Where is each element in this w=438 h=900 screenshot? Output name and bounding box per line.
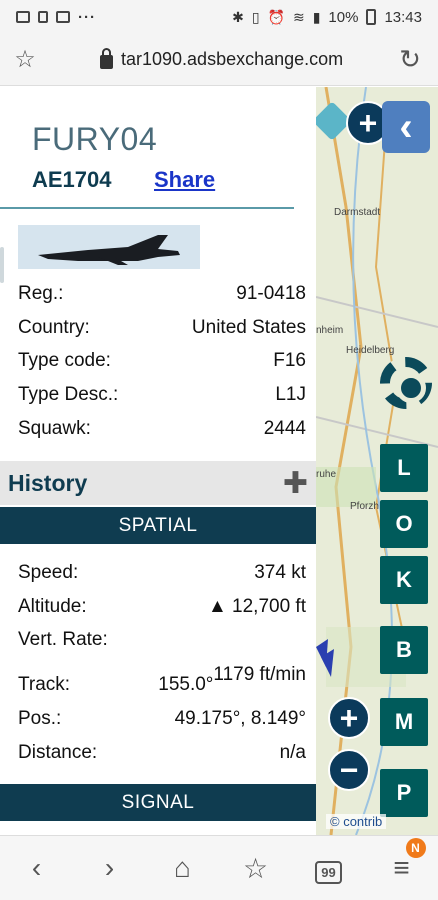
alarm-icon: ⏰ (267, 8, 285, 25)
home-icon[interactable]: ⌂ (153, 852, 213, 884)
map-label-heidelberg: Heidelberg (346, 345, 395, 356)
status-bar: ··· ✱ ▯ ⏰ ≋ ▮ 10% 13:43 (0, 0, 438, 34)
spatial-row-pos: Pos.: 49.175°, 8.149° (18, 708, 306, 730)
map-attribution[interactable]: © contrib (326, 814, 387, 829)
icao-hex: AE1704 (32, 167, 112, 192)
spatial-row-speed: Speed: 374 kt (18, 562, 306, 584)
clock: 13:43 (384, 8, 422, 26)
url-field[interactable]: tar1090.adsbexchange.com (50, 48, 382, 70)
menu-icon[interactable]: ≡ N (372, 838, 432, 884)
status-left: ··· (16, 9, 96, 26)
bookmark-star-icon[interactable]: ☆ (0, 45, 50, 74)
reload-icon[interactable]: ↻ (382, 44, 438, 75)
detail-row-type-code: Type code: F16 (18, 350, 306, 372)
map-label-darmstadt: Darmstadt (334, 207, 381, 218)
address-bar: ☆ tar1090.adsbexchange.com ↻ (0, 34, 438, 86)
forward-arrow-icon[interactable]: › (80, 852, 140, 884)
spatial-section-header[interactable]: SPATIAL (0, 507, 316, 544)
detail-label: Type Desc.: (18, 384, 119, 405)
spatial-row-altitude: Altitude: ▲ 12,700 ft (18, 596, 306, 618)
spatial-row-distance: Distance: n/a (18, 742, 306, 764)
detail-label: Squawk: (18, 418, 91, 439)
gallery-icon (16, 11, 30, 23)
notification-badge: N (405, 838, 426, 858)
callsign: FURY04 (32, 121, 158, 157)
status-right: ✱ ▯ ⏰ ≋ ▮ 10% 13:43 (232, 9, 422, 26)
detail-row-type-desc: Type Desc.: L1J (18, 384, 306, 406)
map-button-k[interactable]: K (380, 556, 428, 604)
spatial-row-track: Track: 155.0°1179 ft/min (18, 664, 306, 696)
spatial-value: ▲ 12,700 ft (207, 596, 306, 617)
map-label-mannheim: nheim (316, 325, 344, 336)
share-link[interactable]: Share (154, 167, 215, 193)
signal-section-header[interactable]: SIGNAL (0, 784, 316, 821)
spatial-label: Speed: (18, 562, 79, 583)
url-text: tar1090.adsbexchange.com (121, 49, 344, 69)
signal-icon: ▮ (312, 8, 321, 25)
spatial-label: Distance: (18, 742, 98, 763)
browser-bottom-nav: ‹ › ⌂ ☆ 99 ≡ N (0, 835, 438, 900)
expand-plus-icon[interactable]: ✚ (283, 466, 308, 501)
detail-label: Reg.: (18, 283, 64, 304)
spatial-row-vert-rate: Vert. Rate: (18, 629, 306, 651)
battery-level: 10% (328, 8, 359, 26)
back-arrow-icon[interactable]: ‹ (7, 852, 67, 884)
settings-gear-icon[interactable] (380, 357, 432, 409)
spatial-label: Altitude: (18, 596, 87, 617)
panel-edge-handle[interactable] (0, 247, 4, 283)
detail-value: F16 (273, 350, 306, 371)
map-label-pforzheim: Pforzh (350, 501, 379, 512)
divider (0, 207, 294, 209)
spatial-label: Vert. Rate: (18, 629, 108, 650)
spatial-label: Track: (18, 674, 71, 695)
vert-rate-value: 1179 ft/min (213, 664, 306, 685)
detail-value: United States (191, 317, 306, 338)
more-notifications: ··· (78, 8, 96, 26)
spatial-value: 155.0°1179 ft/min (158, 664, 306, 696)
battery-icon (366, 9, 377, 25)
spatial-value: 374 kt (254, 562, 306, 583)
aircraft-info-panel: FURY04 AE1704 Share Reg.: 91-0418 Countr… (0, 87, 316, 835)
fighter-jet-image (38, 235, 180, 265)
vibrate-icon: ▯ (251, 8, 260, 25)
notification-icon (38, 11, 48, 23)
detail-label: Type code: (18, 350, 111, 371)
bookmarks-star-icon[interactable]: ☆ (226, 852, 286, 885)
detail-row-reg: Reg.: 91-0418 (18, 283, 306, 305)
detail-value: 2444 (263, 418, 306, 439)
history-title: History (8, 469, 88, 496)
map-button-b[interactable]: B (380, 626, 428, 674)
wifi-icon: ≋ (292, 8, 305, 25)
detail-row-squawk: Squawk: 2444 (18, 418, 306, 440)
detail-value: 91-0418 (236, 283, 306, 304)
bluetooth-icon: ✱ (232, 8, 244, 25)
map-button-l[interactable]: L (380, 444, 428, 492)
tabs-count: 99 (315, 861, 342, 884)
tabs-button[interactable]: 99 (299, 852, 359, 884)
collapse-chevron-icon[interactable]: ‹ (382, 101, 430, 153)
detail-row-country: Country: United States (18, 317, 306, 339)
map-button-m[interactable]: M (380, 698, 428, 746)
spatial-label: Pos.: (18, 708, 62, 729)
spatial-value: n/a (279, 742, 306, 763)
map[interactable]: Darmstadt nheim Heidelberg ruhe Pforzh +… (316, 87, 438, 835)
aircraft-photo[interactable] (18, 225, 200, 269)
lock-icon (100, 48, 113, 69)
history-header[interactable]: History ✚ (0, 461, 316, 505)
zoom-out-icon[interactable]: − (328, 749, 370, 791)
spatial-value: 49.175°, 8.149° (174, 708, 306, 729)
map-label-karlsruhe: ruhe (316, 469, 337, 480)
detail-label: Country: (18, 317, 90, 338)
map-button-p[interactable]: P (380, 769, 428, 817)
detail-value: L1J (275, 384, 306, 405)
mail-icon (56, 11, 70, 23)
track-value: 155.0° (158, 674, 214, 695)
map-button-o[interactable]: O (380, 500, 428, 548)
zoom-in-icon[interactable]: + (328, 697, 370, 739)
